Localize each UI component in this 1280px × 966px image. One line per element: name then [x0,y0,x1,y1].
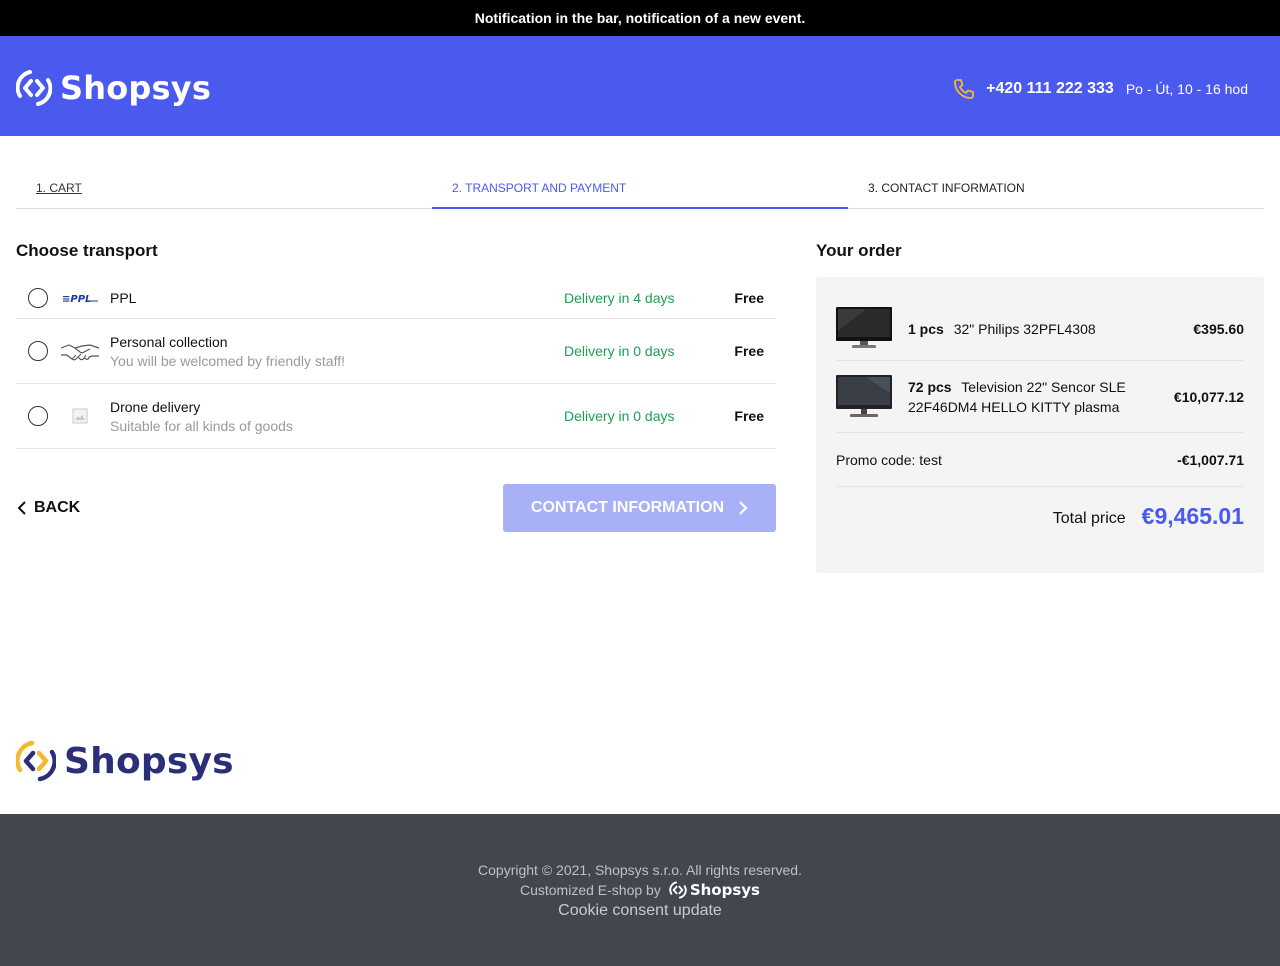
transport-name: PPL [110,290,137,306]
promo-label: Promo code: test [836,451,942,468]
site-footer: Copyright © 2021, Shopsys s.r.o. All rig… [0,814,1280,966]
checkout-navigation: BACK CONTACT INFORMATION [16,484,776,532]
step-cart[interactable]: 1. CART [16,168,432,208]
back-button[interactable]: BACK [16,484,80,532]
product-image [836,373,892,421]
transport-option-drone-delivery[interactable]: Drone delivery Suitable for all kinds of… [16,384,776,449]
promo-row: Promo code: test -€1,007.71 [836,433,1244,487]
checkout-steps: 1. CART 2. TRANSPORT AND PAYMENT 3. CONT… [16,168,1264,209]
transport-list: ≡PPL PPL Delivery in 4 days Free Persona… [16,278,776,449]
transport-description: You will be welcomed by friendly staff! [110,352,346,369]
step-contact-information-label: 3. CONTACT INFORMATION [868,181,1025,195]
step-cart-label[interactable]: 1. CART [36,181,82,195]
notification-bar: Notification in the bar, notification of… [0,0,1280,36]
total-row: Total price €9,465.01 [836,487,1244,545]
image-placeholder-icon [60,401,100,431]
shopsys-logo-icon [669,881,687,899]
order-title: Your order [816,241,902,260]
product-image [836,305,892,353]
transport-option-personal-collection[interactable]: Personal collection You will be welcomed… [16,319,776,384]
transport-name: Drone delivery [110,398,201,415]
step-contact-information: 3. CONTACT INFORMATION [848,168,1264,208]
transport-description: Suitable for all kinds of goods [110,417,293,434]
handshake-icon [60,336,100,366]
transport-radio-ppl[interactable] [28,288,48,308]
transport-price: Free [734,343,764,359]
phone-icon [954,79,975,99]
order-box: 1 pcs 32" Philips 32PFL4308 €395.60 72 p… [816,277,1264,573]
footer-logo-text: Shopsys [64,740,234,782]
header-logo-text: Shopsys [60,69,212,107]
ppl-logo-icon: ≡PPL [60,283,100,313]
total-value: €9,465.01 [1141,502,1244,529]
transport-text: PPL [110,290,776,306]
header-contact: +420 111 222 333 Po - Út, 10 - 16 hod [952,77,1248,101]
order-item-name: 1 pcs 32" Philips 32PFL4308 [908,319,1183,339]
step-transport-payment-label: 2. TRANSPORT AND PAYMENT [452,180,627,195]
order-item-price: €395.60 [1193,320,1244,337]
shopsys-logo-icon [16,740,56,782]
transport-radio-drone-delivery[interactable] [28,406,48,426]
customized-by-logo-text: Shopsys [689,881,760,899]
contact-information-button-label: CONTACT INFORMATION [530,499,725,516]
transport-price: Free [734,408,764,424]
svg-text:≡PPL: ≡PPL [62,294,91,304]
step-transport-payment: 2. TRANSPORT AND PAYMENT [432,168,848,209]
cookie-consent-link[interactable]: Cookie consent update [0,902,1280,920]
header-hours: Po - Út, 10 - 16 hod [1125,81,1248,97]
header-phone[interactable]: +420 111 222 333 [986,80,1114,98]
chevron-left-icon [17,501,26,515]
total-label: Total price [1052,510,1126,527]
order-item-title: 32" Philips 32PFL4308 [953,320,1096,337]
customized-by-label: Customized E-shop by [519,882,661,898]
transport-delivery: Delivery in 0 days [564,408,675,424]
contact-information-button[interactable]: CONTACT INFORMATION [503,484,776,532]
transport-section: Choose transport ≡PPL PPL Delivery in 4 … [16,236,776,449]
transport-option-ppl[interactable]: ≡PPL PPL Delivery in 4 days Free [16,278,776,319]
copyright-text: Copyright © 2021, Shopsys s.r.o. All rig… [478,862,802,878]
order-item: 1 pcs 32" Philips 32PFL4308 €395.60 [836,297,1244,361]
customized-by: Customized E-shop by Shopsys [0,880,1280,900]
transport-radio-personal-collection[interactable] [28,341,48,361]
shopsys-logo-icon [16,70,52,106]
transport-name: Personal collection [110,333,228,350]
order-item-qty: 1 pcs [908,320,944,337]
chevron-right-icon [739,501,748,515]
order-summary: Your order 1 pcs 32" Philips 32PFL4308 €… [816,236,1264,573]
order-item-price: €10,077.12 [1173,388,1244,405]
transport-text: Personal collection You will be welcomed… [110,334,776,369]
transport-price: Free [734,290,764,306]
transport-delivery: Delivery in 0 days [564,343,675,359]
notification-text: Notification in the bar, notification of… [474,10,806,26]
promo-discount: -€1,007.71 [1177,451,1244,468]
site-header: Shopsys +420 111 222 333 Po - Út, 10 - 1… [0,36,1280,136]
transport-delivery: Delivery in 4 days [564,290,675,306]
customized-by-logo[interactable]: Shopsys [669,881,760,899]
transport-text: Drone delivery Suitable for all kinds of… [110,399,776,434]
order-item-name: 72 pcs Television 22" Sencor SLE 22F46DM… [908,377,1164,417]
footer-logo[interactable]: Shopsys [16,740,234,782]
header-logo[interactable]: Shopsys [16,69,211,107]
order-item: 72 pcs Television 22" Sencor SLE 22F46DM… [836,361,1244,433]
transport-title: Choose transport [16,241,158,260]
order-item-qty: 72 pcs [908,378,952,395]
back-button-label: BACK [34,499,81,516]
